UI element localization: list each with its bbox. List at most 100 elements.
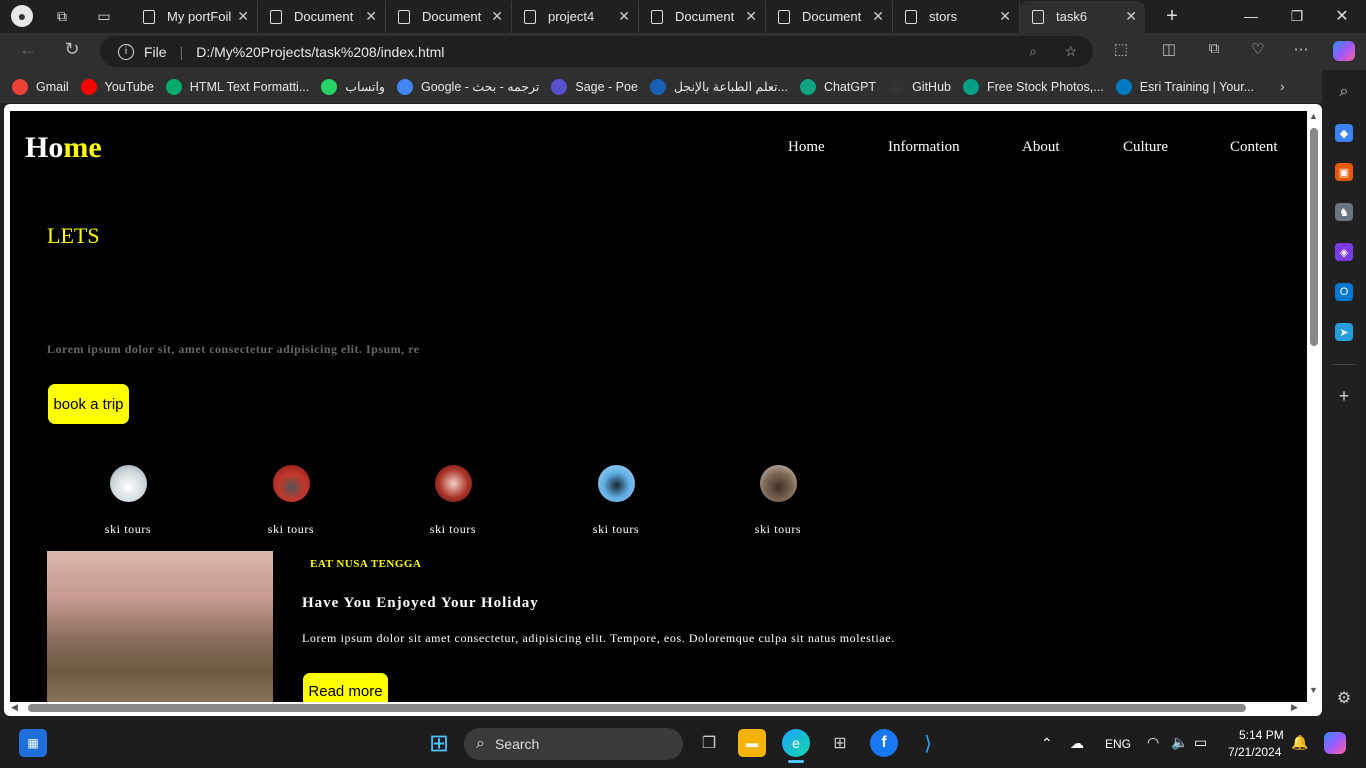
- copilot-icon[interactable]: [1333, 41, 1355, 61]
- close-tab-icon[interactable]: ✕: [491, 8, 503, 25]
- start-icon[interactable]: ⊞: [425, 729, 453, 757]
- collections-icon[interactable]: ⧉: [1199, 40, 1229, 57]
- restore-icon[interactable]: ❐: [1286, 5, 1308, 27]
- close-tab-icon[interactable]: ✕: [1125, 8, 1137, 25]
- site-logo[interactable]: Home: [25, 131, 102, 165]
- browser-tab[interactable]: task6 ✕: [1020, 0, 1145, 33]
- refresh-icon[interactable]: ↻: [57, 39, 87, 60]
- address-input[interactable]: i File | D:/My%20Projects/task%208/index…: [100, 36, 1093, 67]
- clock-date[interactable]: 7/21/2024: [1228, 745, 1281, 759]
- bookmarks-more-icon[interactable]: ›: [1280, 78, 1285, 94]
- close-tab-icon[interactable]: ✕: [618, 8, 630, 25]
- bookmark-label: Sage - Poe: [575, 79, 638, 94]
- bookmark-favicon-icon: [396, 78, 413, 95]
- bookmark-item[interactable]: ChatGPT: [799, 78, 876, 95]
- bookmark-item[interactable]: YouTube: [80, 78, 154, 95]
- games-icon[interactable]: ♞: [1335, 203, 1353, 221]
- bookmark-item[interactable]: تعلم الطباعة بالإنجل...: [649, 78, 788, 95]
- read-more-button[interactable]: Read more: [303, 673, 388, 702]
- health-icon[interactable]: ♡: [1243, 40, 1273, 58]
- document-icon: [143, 9, 155, 24]
- tour-item[interactable]: ski tours: [413, 465, 493, 537]
- battery-icon[interactable]: ▭: [1194, 734, 1207, 751]
- browser-tab[interactable]: Document ✕: [386, 0, 512, 33]
- taskbar-search[interactable]: ⌕ Search: [464, 728, 683, 760]
- bookmark-item[interactable]: Sage - Poe: [551, 78, 638, 95]
- bookmark-item[interactable]: Gmail: [12, 78, 69, 95]
- tour-item[interactable]: ski tours: [738, 465, 818, 537]
- nav-content[interactable]: Content: [1230, 139, 1278, 156]
- close-tab-icon[interactable]: ✕: [999, 8, 1011, 25]
- search-icon[interactable]: ⌕: [1335, 83, 1353, 101]
- settings-icon[interactable]: ⚙: [1335, 689, 1353, 707]
- close-tab-icon[interactable]: ✕: [365, 8, 377, 25]
- language-indicator[interactable]: ENG: [1105, 737, 1131, 751]
- nav-information[interactable]: Information: [888, 139, 960, 156]
- onedrive-icon[interactable]: ☁: [1070, 735, 1084, 752]
- vertical-scroll-thumb[interactable]: [1310, 128, 1318, 346]
- tour-item[interactable]: ski tours: [251, 465, 331, 537]
- bookmark-item[interactable]: واتساب: [321, 78, 385, 95]
- notification-bell-icon[interactable]: 🔔: [1291, 734, 1308, 751]
- copilot-taskbar-icon[interactable]: [1324, 732, 1346, 754]
- bookmark-label: تعلم الطباعة بالإنجل...: [673, 80, 788, 94]
- profile-icon[interactable]: ●: [11, 5, 33, 27]
- tour-item[interactable]: ski tours: [88, 465, 168, 537]
- task-view-icon[interactable]: ❐: [695, 729, 723, 757]
- browser-tab[interactable]: Document ✕: [258, 0, 386, 33]
- nav-culture[interactable]: Culture: [1123, 139, 1168, 156]
- close-window-icon[interactable]: ✕: [1331, 5, 1353, 27]
- info-icon[interactable]: i: [118, 43, 134, 60]
- browser-tab[interactable]: Document ✕: [639, 0, 766, 33]
- extensions-icon[interactable]: ⬚: [1106, 40, 1136, 58]
- scroll-left-icon[interactable]: ◀: [11, 702, 18, 713]
- chevron-up-icon[interactable]: ⌃: [1041, 735, 1053, 752]
- horizontal-scroll-thumb[interactable]: [28, 704, 1246, 712]
- scroll-right-icon[interactable]: ▶: [1291, 702, 1298, 713]
- bookmark-item[interactable]: HTML Text Formatti...: [165, 78, 310, 95]
- file-explorer-icon[interactable]: ▬: [738, 729, 766, 757]
- edge-icon[interactable]: e: [782, 729, 810, 757]
- store-icon[interactable]: ⊞: [826, 729, 854, 757]
- browser-tab[interactable]: stors ✕: [893, 0, 1020, 33]
- split-screen-icon[interactable]: ◫: [1154, 40, 1184, 58]
- tools-icon[interactable]: ▣: [1335, 163, 1353, 181]
- tab-actions-icon[interactable]: ▭: [93, 5, 115, 27]
- widgets-icon[interactable]: ▦: [19, 729, 47, 757]
- browser-tab[interactable]: Document ✕: [766, 0, 893, 33]
- workspaces-icon[interactable]: ⧉: [51, 5, 73, 27]
- bookmark-item[interactable]: Google - ترجمه - بحث: [396, 78, 539, 95]
- scroll-down-icon[interactable]: ▼: [1309, 685, 1318, 695]
- clock-time[interactable]: 5:14 PM: [1239, 728, 1284, 742]
- close-tab-icon[interactable]: ✕: [745, 8, 757, 25]
- address-url: D:/My%20Projects/task%208/index.html: [196, 43, 445, 60]
- close-tab-icon[interactable]: ✕: [872, 8, 884, 25]
- scroll-up-icon[interactable]: ▲: [1309, 111, 1318, 121]
- new-tab-icon[interactable]: +: [1161, 5, 1183, 27]
- bookmark-label: HTML Text Formatti...: [189, 79, 310, 94]
- browser-tab[interactable]: project4 ✕: [512, 0, 639, 33]
- facebook-icon[interactable]: f: [870, 729, 898, 757]
- bookmark-item[interactable]: Esri Training | Your...: [1115, 78, 1254, 95]
- volume-icon[interactable]: 🔈: [1171, 734, 1188, 751]
- book-trip-button[interactable]: book a trip: [48, 384, 129, 424]
- add-icon[interactable]: +: [1335, 386, 1353, 406]
- copilot-sidebar-icon[interactable]: ◈: [1335, 243, 1353, 261]
- wifi-icon[interactable]: ◠: [1147, 734, 1159, 751]
- telegram-icon[interactable]: ➤: [1335, 323, 1353, 341]
- bookmark-item[interactable]: Free Stock Photos,...: [962, 78, 1104, 95]
- zoom-icon[interactable]: ⌕: [1029, 43, 1037, 60]
- browser-tab[interactable]: My portFoili ✕: [131, 0, 258, 33]
- bookmark-item[interactable]: GitHub: [888, 78, 951, 95]
- outlook-icon[interactable]: O: [1335, 283, 1353, 301]
- favorite-star-icon[interactable]: ☆: [1064, 43, 1077, 60]
- tour-item[interactable]: ski tours: [576, 465, 656, 537]
- shopping-icon[interactable]: ◆: [1335, 124, 1353, 142]
- close-tab-icon[interactable]: ✕: [237, 8, 249, 25]
- vscode-icon[interactable]: ⟩: [914, 729, 942, 757]
- nav-about[interactable]: About: [1022, 139, 1060, 156]
- back-icon[interactable]: ←: [13, 39, 43, 60]
- more-menu-icon[interactable]: ⋯: [1286, 40, 1316, 58]
- nav-home[interactable]: Home: [788, 139, 825, 156]
- minimize-icon[interactable]: —: [1240, 5, 1262, 27]
